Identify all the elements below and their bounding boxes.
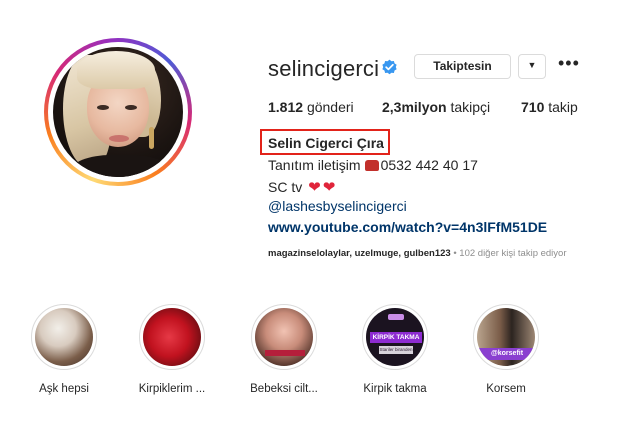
verified-badge-icon bbox=[382, 59, 397, 75]
bio-tv-line: SC tv ❤ ❤ bbox=[268, 178, 335, 196]
highlight-cover-title: @korsefit bbox=[477, 348, 535, 360]
posts-label: gönderi bbox=[306, 99, 354, 115]
avatar-lips bbox=[109, 135, 129, 142]
story-highlight[interactable]: Aşk hepsi bbox=[22, 304, 106, 395]
followed-by-names: magazinselolaylar, uzelmuge, gulben123 bbox=[268, 248, 451, 259]
story-highlight[interactable]: Bebeksi cilt... bbox=[242, 304, 326, 395]
profile-avatar[interactable] bbox=[44, 38, 192, 186]
bio-contact-line: Tanıtım iletişim 0532 442 40 17 bbox=[268, 157, 478, 173]
followed-by-line[interactable]: magazinselolaylar, uzelmuge, gulben123 •… bbox=[268, 248, 567, 259]
highlight-label: Korsem bbox=[486, 383, 526, 395]
highlight-label: Kirpiklerim ... bbox=[138, 383, 206, 395]
story-highlight[interactable]: @korsefit Korsem bbox=[464, 304, 548, 395]
stat-following[interactable]: 710 takip bbox=[521, 99, 578, 115]
following-label: takip bbox=[548, 99, 578, 115]
bio-phone: 0532 442 40 17 bbox=[380, 157, 478, 173]
avatar-hair-top bbox=[77, 51, 155, 89]
bio-website-link[interactable]: www.youtube.com/watch?v=4n3lFfM51DE bbox=[268, 219, 547, 235]
followed-by-suffix: • 102 diğer kişi takip ediyor bbox=[450, 248, 567, 259]
avatar-earring bbox=[149, 127, 154, 149]
highlight-cover-caption bbox=[265, 350, 305, 356]
highlight-cover-image bbox=[255, 308, 313, 366]
story-highlight[interactable]: KİRPİK TAKMA Stariler biranden Kirpik ta… bbox=[353, 304, 437, 395]
bio-contact-text: Tanıtım iletişim bbox=[268, 157, 361, 173]
highlight-label: Aşk hepsi bbox=[39, 383, 89, 395]
stat-followers[interactable]: 2,3milyon takipçi bbox=[382, 99, 490, 115]
profile-username: selincigerci bbox=[268, 56, 380, 81]
highlight-cover-image: @korsefit bbox=[477, 308, 535, 366]
following-count: 710 bbox=[521, 99, 545, 115]
highlight-cover-image: KİRPİK TAKMA Stariler biranden bbox=[366, 308, 424, 366]
highlight-label: Kirpik takma bbox=[363, 383, 427, 395]
heart-icon: ❤ bbox=[322, 179, 336, 196]
avatar-shoulder bbox=[71, 155, 171, 177]
bio-tv-text: SC tv bbox=[268, 179, 303, 195]
avatar-gap bbox=[48, 42, 188, 182]
posts-count: 1.812 bbox=[268, 99, 304, 115]
highlight-cover-image bbox=[143, 308, 201, 366]
highlight-cover-ring: @korsefit bbox=[473, 304, 539, 370]
followers-count: 2,3milyon bbox=[382, 99, 447, 115]
caret-down-icon: ▼ bbox=[527, 60, 537, 70]
story-highlight[interactable]: Kirpiklerim ... bbox=[130, 304, 214, 395]
stat-posts: 1.812 gönderi bbox=[268, 99, 354, 115]
telephone-icon bbox=[364, 160, 379, 171]
avatar-eye-left bbox=[97, 105, 109, 110]
profile-fullname: Selin Cigerci Çıra bbox=[268, 135, 384, 151]
more-options-icon: ••• bbox=[558, 53, 580, 73]
highlight-cover-ring: KİRPİK TAKMA Stariler biranden bbox=[362, 304, 428, 370]
avatar-photo bbox=[53, 47, 183, 177]
highlight-cover-tag bbox=[388, 314, 404, 320]
following-button[interactable]: Takiptesin bbox=[414, 54, 511, 79]
highlight-cover-ring bbox=[31, 304, 97, 370]
highlight-cover-ring bbox=[251, 304, 317, 370]
highlight-cover-title: KİRPİK TAKMA bbox=[370, 332, 422, 343]
highlight-cover-image bbox=[35, 308, 93, 366]
highlight-cover-ring bbox=[139, 304, 205, 370]
highlight-cover-subtitle: Stariler biranden bbox=[379, 346, 413, 354]
more-options-button[interactable]: ••• bbox=[558, 54, 579, 76]
highlight-label: Bebeksi cilt... bbox=[250, 383, 318, 395]
avatar-eye-right bbox=[125, 105, 137, 110]
follow-options-dropdown[interactable]: ▼ bbox=[518, 54, 546, 79]
followers-label: takipçi bbox=[450, 99, 491, 115]
bio-mention-link[interactable]: @lashesbyselincigerci bbox=[268, 198, 407, 214]
heart-icon: ❤ bbox=[308, 179, 321, 196]
